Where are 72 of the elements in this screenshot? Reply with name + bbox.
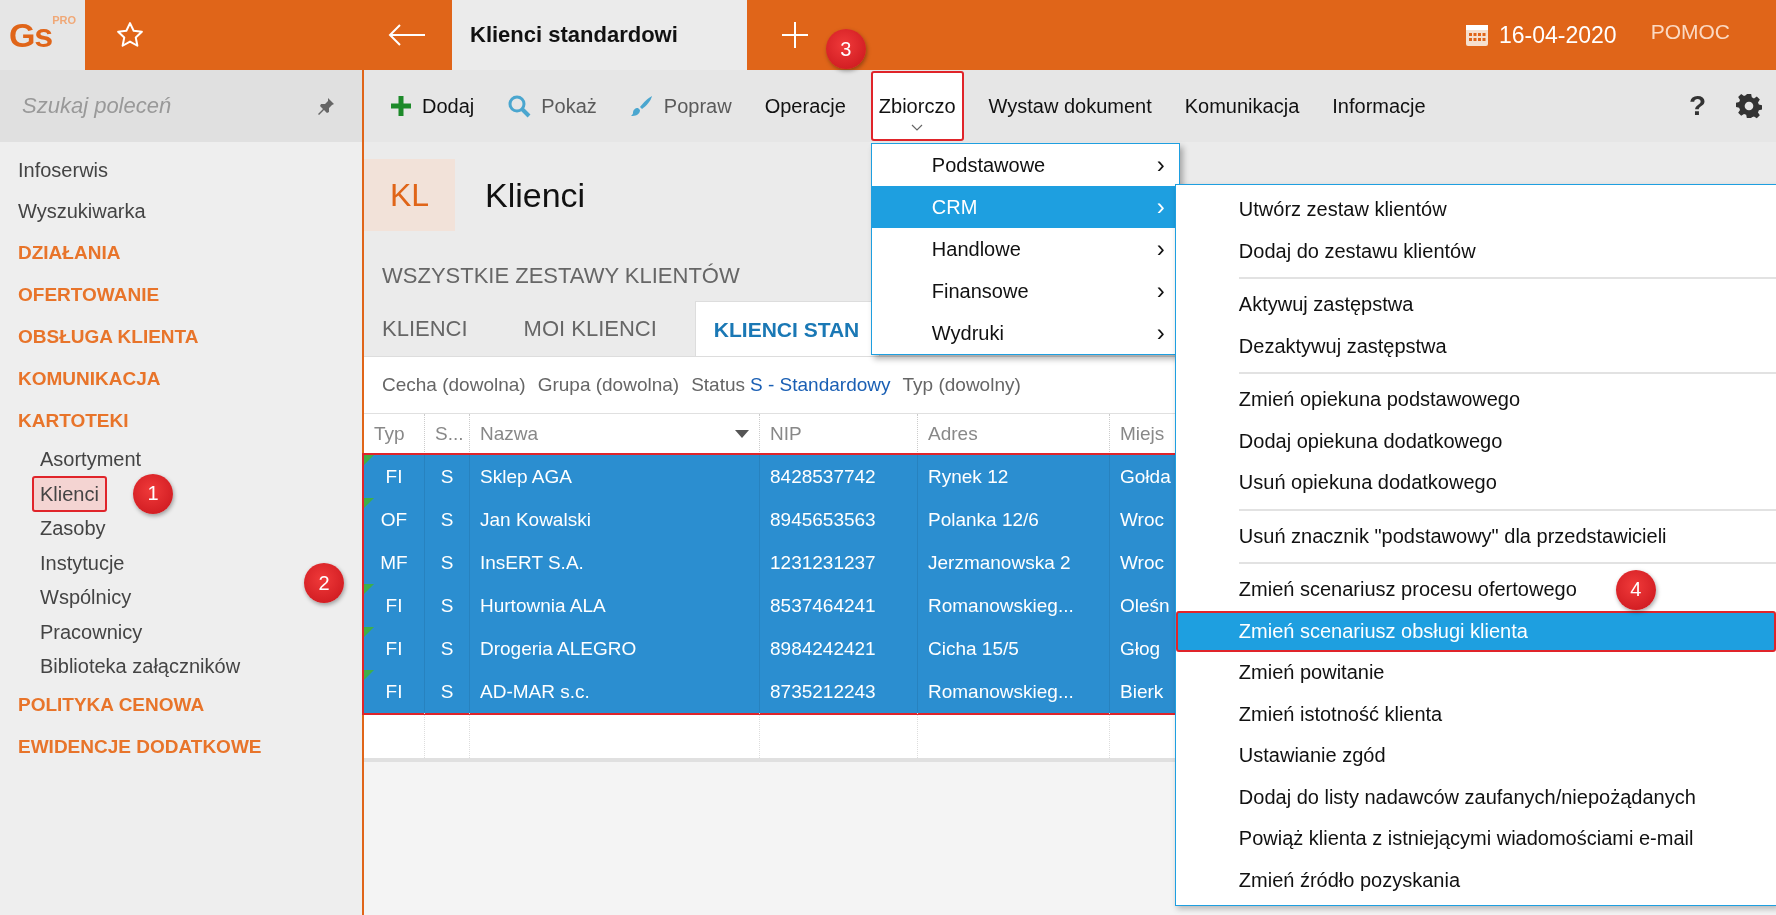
table-cell-text: Oleśn: [1119, 593, 1171, 618]
star-icon[interactable]: [115, 20, 145, 50]
filter-field[interactable]: Grupa (dowolna): [537, 374, 680, 396]
table-cell: S: [425, 670, 470, 713]
menu-item[interactable]: Zmień opiekuna podstawowego: [1175, 379, 1529, 421]
page-title: Klienci: [485, 175, 586, 215]
table-cell-text: Bierk: [1119, 679, 1165, 704]
search-icon: [507, 94, 532, 118]
help-button[interactable]: ?: [1688, 90, 1706, 122]
filter-field[interactable]: Cecha (dowolna): [382, 374, 526, 396]
nav-item[interactable]: Instytucje: [32, 544, 133, 581]
nav-item[interactable]: Wspólnicy: [32, 579, 140, 616]
table-cell: 8735212243: [760, 670, 918, 713]
settings-icon[interactable]: [1736, 93, 1762, 119]
table-cell: AD-MAR s.c.: [470, 670, 760, 713]
table-cell-text: Wroc: [1119, 550, 1165, 575]
table-cell-text: Wroc: [1119, 507, 1165, 532]
toolbar-button[interactable]: Operacje: [756, 71, 854, 141]
toolbar-button[interactable]: Wystaw dokument: [980, 71, 1160, 141]
chevron-down-icon: [911, 124, 924, 131]
filter-label: Status: [691, 374, 746, 396]
nav-item[interactable]: Zasoby: [32, 510, 114, 547]
table-cell: Romanowskieg...: [918, 670, 1110, 713]
menu-item[interactable]: Zmień powitanie: [1175, 652, 1393, 694]
column-header[interactable]: Adres: [918, 414, 1110, 454]
search-bar[interactable]: Szukaj poleceń: [0, 70, 362, 142]
nav-item[interactable]: Biblioteka załączników: [32, 648, 249, 685]
nav-item[interactable]: Infoserwis: [0, 150, 362, 191]
column-header[interactable]: S...: [425, 414, 470, 454]
tab[interactable]: MOI KLIENCI: [505, 301, 677, 356]
menu-item[interactable]: Podstawowe ›: [871, 144, 1179, 186]
current-date: 16-04-2020: [1499, 21, 1617, 49]
filter-field[interactable]: Typ (dowolny): [902, 374, 1021, 396]
nav-item[interactable]: Pracownicy: [32, 613, 151, 650]
menu-item[interactable]: Usuń znacznik "podstawowy" dla przedstawicieli: [1175, 515, 1675, 557]
pin-icon[interactable]: [316, 96, 336, 116]
toolbar-button[interactable]: Dodaj: [382, 71, 483, 141]
tab[interactable]: KLIENCI STAN: [694, 301, 881, 356]
tab[interactable]: KLIENCI: [364, 301, 488, 356]
column-header[interactable]: Typ: [364, 414, 425, 454]
document-tab[interactable]: Klienci standardowi: [452, 0, 747, 70]
callout-badge: 1: [133, 473, 173, 514]
section-title: WSZYSTKIE ZESTAWY KLIENTÓW: [381, 263, 741, 289]
menu-item[interactable]: Usuń opiekuna dodatkowego: [1175, 462, 1505, 504]
column-header[interactable]: Nazwa: [470, 414, 760, 454]
menu-item[interactable]: Zmień istotność klienta: [1175, 693, 1451, 735]
nav-item[interactable]: Wyszukiwarka: [0, 191, 362, 232]
add-tab-icon[interactable]: [780, 20, 810, 50]
back-arrow-icon[interactable]: [387, 23, 427, 47]
toolbar-button[interactable]: Komunikacja: [1176, 71, 1308, 141]
menu-item[interactable]: Ustawianie zgód: [1175, 735, 1394, 777]
calendar-icon: [1465, 23, 1489, 47]
callout-badge: 4: [1615, 569, 1656, 610]
toolbar-button[interactable]: Zbiorczo: [870, 71, 964, 141]
column-header[interactable]: Miejs: [1110, 414, 1174, 454]
menu-item[interactable]: Powiąż klienta z istniejącymi wiadomościami e-mail: [1175, 818, 1702, 860]
menu-item[interactable]: Zmień źródło pozyskania: [1175, 859, 1469, 901]
menu-item[interactable]: Zmień scenariusz procesu ofertowego: [1175, 569, 1585, 611]
module-badge: KL: [364, 159, 455, 231]
menu-item[interactable]: Dodaj opiekuna dodatkowego: [1175, 420, 1511, 462]
table-cell-text: Gołda: [1119, 464, 1172, 489]
column-header[interactable]: NIP: [760, 414, 918, 454]
filter-value[interactable]: S - Standardowy: [750, 374, 891, 396]
plus-icon: [390, 95, 412, 117]
brush-icon: [629, 94, 654, 118]
toolbar-button[interactable]: Informacje: [1324, 71, 1434, 141]
command-search-field[interactable]: Szukaj poleceń: [20, 92, 316, 120]
menu-item[interactable]: Dodaj do listy nadawców zaufanych/niepożądanych: [1175, 776, 1704, 818]
table-cell: FI: [364, 670, 425, 713]
nav-item[interactable]: Klienci: [32, 475, 107, 512]
sort-icon: [735, 430, 749, 438]
table-cell-text: Głog: [1119, 636, 1162, 661]
